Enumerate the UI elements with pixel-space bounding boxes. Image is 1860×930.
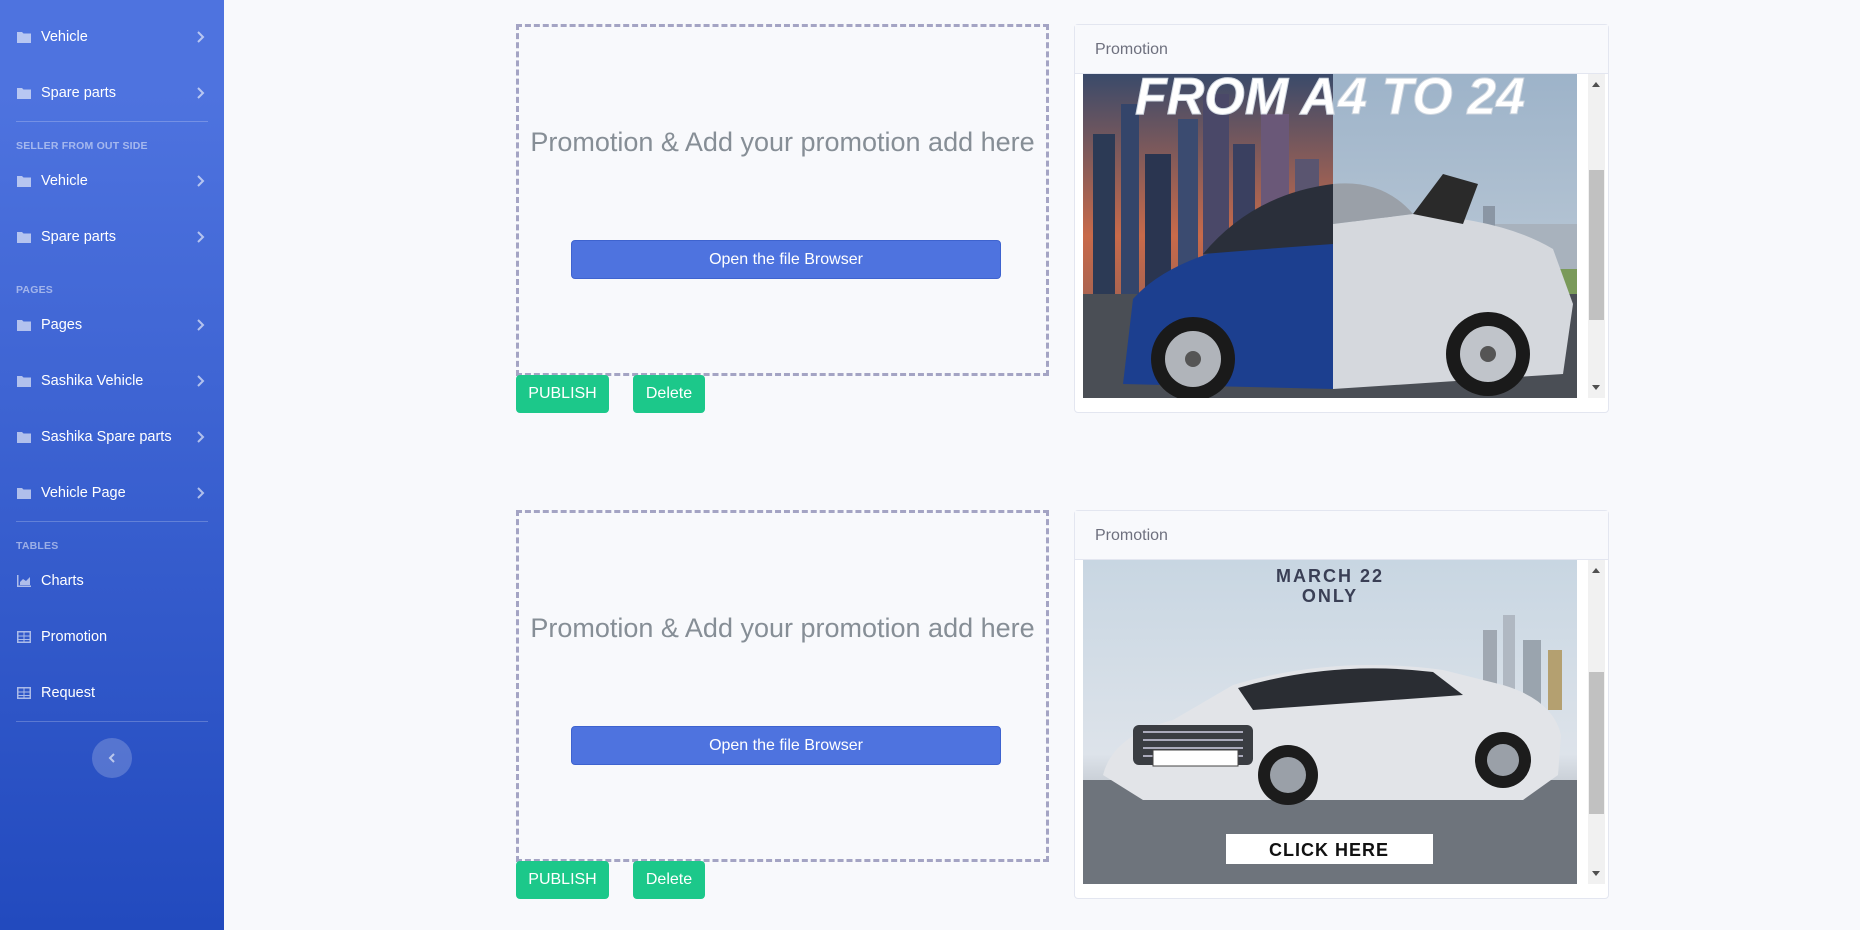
sidebar-toggle-button[interactable] bbox=[92, 738, 132, 778]
scroll-thumb[interactable] bbox=[1589, 170, 1604, 320]
chart-area-icon bbox=[17, 575, 31, 587]
sidebar-item-sashika-vehicle[interactable]: Sashika Vehicle bbox=[0, 359, 224, 403]
folder-icon bbox=[17, 376, 31, 387]
chevron-right-icon bbox=[197, 431, 205, 443]
sidebar-item-label: Spare parts bbox=[41, 85, 116, 101]
folder-icon bbox=[17, 176, 31, 187]
table-icon bbox=[17, 631, 31, 643]
dropzone-text: Promotion & Add your promotion add here bbox=[530, 127, 1035, 157]
sidebar-item-pages[interactable]: Pages bbox=[0, 303, 224, 347]
chevron-right-icon bbox=[197, 319, 205, 331]
sidebar-item-seller-vehicle[interactable]: Vehicle bbox=[0, 159, 224, 203]
folder-icon bbox=[17, 232, 31, 243]
chevron-left-icon bbox=[108, 753, 115, 763]
sidebar-item-label: Charts bbox=[41, 573, 84, 589]
sidebar-item-request[interactable]: Request bbox=[0, 671, 224, 715]
sidebar-item-label: Sashika Vehicle bbox=[41, 373, 144, 389]
banner-headline: FROM A4 TO 24 bbox=[1135, 74, 1525, 126]
sidebar-item-label: Vehicle bbox=[41, 29, 88, 45]
chevron-right-icon bbox=[197, 31, 205, 43]
banner-line-2: ONLY bbox=[1302, 586, 1358, 606]
sidebar-heading-pages: PAGES bbox=[16, 284, 53, 296]
folder-icon bbox=[17, 432, 31, 443]
sidebar-item-label: Vehicle Page bbox=[41, 485, 126, 501]
scrollbar[interactable] bbox=[1588, 74, 1605, 398]
sidebar-item-seller-spare-parts[interactable]: Spare parts bbox=[0, 215, 224, 259]
chevron-right-icon bbox=[197, 175, 205, 187]
sidebar-heading-seller: SELLER FROM OUT SIDE bbox=[16, 140, 148, 152]
sidebar-divider bbox=[16, 521, 208, 522]
folder-icon bbox=[17, 32, 31, 43]
folder-icon bbox=[17, 88, 31, 99]
sidebar: Vehicle Spare parts SELLER FROM OUT SIDE… bbox=[0, 0, 224, 930]
card-title: Promotion bbox=[1075, 511, 1608, 560]
scroll-up-arrow[interactable] bbox=[1592, 82, 1600, 87]
sidebar-item-label: Request bbox=[41, 685, 96, 701]
sidebar-item-label: Pages bbox=[41, 317, 83, 333]
promotion-dropzone[interactable]: Promotion & Add your promotion add here … bbox=[516, 24, 1049, 376]
sidebar-item-label: Vehicle bbox=[41, 173, 88, 189]
delete-button[interactable]: Delete bbox=[633, 861, 705, 899]
dropzone-text: Promotion & Add your promotion add here bbox=[530, 613, 1035, 643]
sidebar-item-spare-parts[interactable]: Spare parts bbox=[0, 71, 224, 115]
chevron-right-icon bbox=[197, 375, 205, 387]
sidebar-item-label: Spare parts bbox=[41, 229, 116, 245]
promotion-banner-graphic: MARCH 22 ONLY CLICK HERE bbox=[1083, 560, 1577, 884]
folder-icon bbox=[17, 320, 31, 331]
promotion-dropzone[interactable]: Promotion & Add your promotion add here … bbox=[516, 510, 1049, 862]
sidebar-item-promotion[interactable]: Promotion bbox=[0, 615, 224, 659]
scrollbar[interactable] bbox=[1588, 560, 1605, 884]
chevron-right-icon bbox=[197, 231, 205, 243]
scroll-thumb[interactable] bbox=[1589, 672, 1604, 814]
publish-button[interactable]: PUBLISH bbox=[516, 375, 609, 413]
sidebar-item-sashika-spare-parts[interactable]: Sashika Spare parts bbox=[0, 415, 224, 459]
promotion-image: FROM A4 TO 24 bbox=[1083, 74, 1577, 398]
promotion-preview-card: Promotion bbox=[1074, 510, 1609, 899]
scroll-down-arrow[interactable] bbox=[1592, 385, 1600, 390]
sidebar-divider bbox=[16, 121, 208, 122]
sidebar-item-vehicle-page[interactable]: Vehicle Page bbox=[0, 471, 224, 515]
card-title: Promotion bbox=[1075, 25, 1608, 74]
chevron-right-icon bbox=[197, 487, 205, 499]
sidebar-item-label: Promotion bbox=[41, 629, 108, 645]
sidebar-item-vehicle[interactable]: Vehicle bbox=[0, 15, 224, 59]
chevron-right-icon bbox=[197, 87, 205, 99]
promotion-banner-graphic: FROM A4 TO 24 bbox=[1083, 74, 1577, 398]
banner-line-1: MARCH 22 bbox=[1276, 566, 1384, 586]
sidebar-item-charts[interactable]: Charts bbox=[0, 559, 224, 603]
promotion-preview-card: Promotion bbox=[1074, 24, 1609, 413]
open-file-browser-button[interactable]: Open the file Browser bbox=[571, 726, 1001, 765]
sidebar-item-label: Sashika Spare parts bbox=[41, 429, 172, 445]
sidebar-heading-tables: TABLES bbox=[16, 540, 59, 552]
table-icon bbox=[17, 687, 31, 699]
scroll-up-arrow[interactable] bbox=[1592, 568, 1600, 573]
delete-button[interactable]: Delete bbox=[633, 375, 705, 413]
open-file-browser-button[interactable]: Open the file Browser bbox=[571, 240, 1001, 279]
sidebar-divider bbox=[16, 721, 208, 722]
folder-icon bbox=[17, 488, 31, 499]
publish-button[interactable]: PUBLISH bbox=[516, 861, 609, 899]
banner-cta: CLICK HERE bbox=[1269, 840, 1389, 860]
promotion-image: MARCH 22 ONLY CLICK HERE bbox=[1083, 560, 1577, 884]
scroll-down-arrow[interactable] bbox=[1592, 871, 1600, 876]
